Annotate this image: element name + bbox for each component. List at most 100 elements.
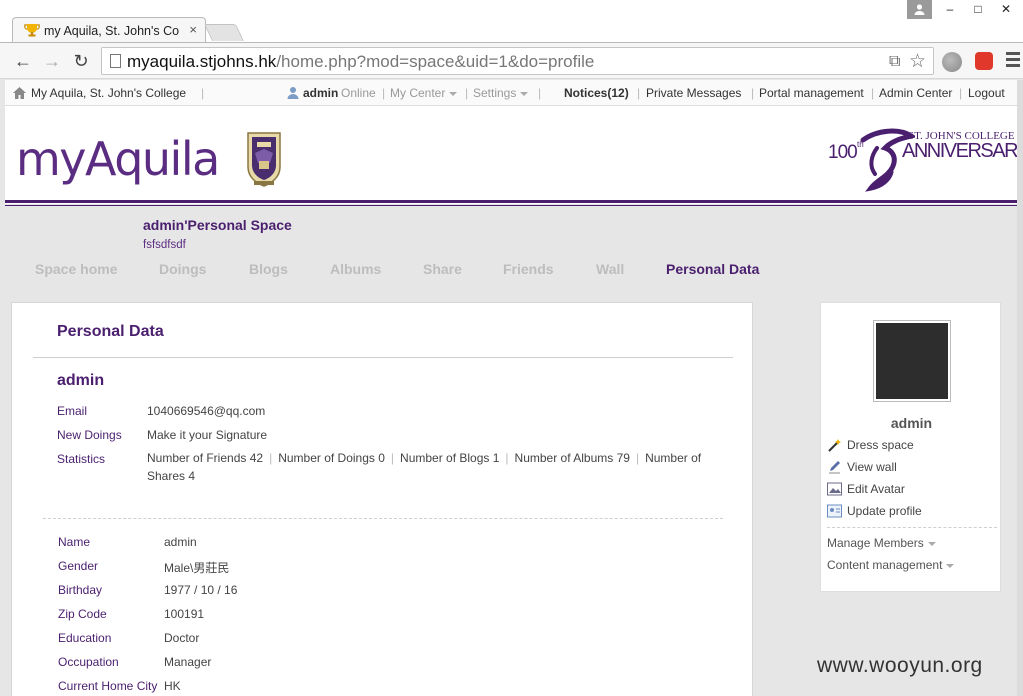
separator: | <box>269 451 273 465</box>
tab-space-home[interactable]: Space home <box>35 261 117 277</box>
detail-value: 100191 <box>164 607 205 621</box>
separator: | <box>635 451 640 465</box>
portal-management-link[interactable]: Portal management <box>759 86 864 100</box>
update-profile-action[interactable]: Update profile <box>827 503 997 521</box>
site-logo[interactable]: myAquila <box>16 132 220 186</box>
sidebar-divider <box>827 527 997 528</box>
logout-link[interactable]: Logout <box>968 86 1005 100</box>
new-tab-button[interactable] <box>204 24 244 41</box>
separator: | <box>751 86 755 100</box>
email-label: Email <box>57 404 88 418</box>
header-divider <box>5 200 1017 203</box>
tab-share[interactable]: Share <box>423 261 462 277</box>
email-value[interactable]: 1040669546@qq.com <box>147 404 265 418</box>
separator: | <box>959 86 963 100</box>
detail-label: Gender <box>58 559 99 573</box>
page-viewport: My Aquila, St. John's College | admin On… <box>0 80 1023 696</box>
content-management-menu[interactable]: Content management <box>827 558 955 572</box>
extension-red-icon[interactable] <box>975 52 993 70</box>
detail-value: HK <box>164 679 181 693</box>
dress-space-action[interactable]: Dress space <box>827 437 997 455</box>
space-title: admin'Personal Space <box>143 217 292 233</box>
page-icon <box>110 54 121 68</box>
chevron-down-icon <box>927 541 936 546</box>
url-text[interactable]: myaquila.stjohns.hk/home.php?mod=space&u… <box>127 52 594 72</box>
online-status: Online <box>341 86 376 100</box>
separator: | <box>201 86 205 100</box>
anniversary-logo: ST. JOHN'S COLLEGE 100 th ANNIVERSARY <box>820 126 1023 192</box>
stat-blogs[interactable]: Number of Blogs 1 <box>400 451 499 465</box>
detail-label: Zip Code <box>58 607 107 621</box>
watermark: www.wooyun.org <box>817 654 983 677</box>
browser-tabstrip: my Aquila, St. John's Co × – □ ✕ <box>0 0 1023 43</box>
vertical-scrollbar[interactable] <box>1017 80 1023 696</box>
profile-card-icon <box>827 504 842 518</box>
avatar[interactable] <box>873 320 951 402</box>
browser-menu-icon[interactable] <box>1006 52 1020 70</box>
panel-title: Personal Data <box>57 323 164 340</box>
home-icon[interactable] <box>12 86 27 100</box>
manage-members-menu[interactable]: Manage Members <box>827 536 936 550</box>
detail-label: Name <box>58 535 91 549</box>
separator: | <box>382 86 386 100</box>
detail-value: Manager <box>164 655 212 669</box>
site-home-link[interactable]: My Aquila, St. John's College <box>31 86 186 100</box>
stat-doings[interactable]: Number of Doings 0 <box>278 451 385 465</box>
new-doings-value: Make it your Signature <box>147 428 268 442</box>
anniversary-ordinal: th <box>857 140 864 149</box>
close-window-button[interactable]: ✕ <box>995 2 1017 18</box>
edit-avatar-action[interactable]: Edit Avatar <box>827 481 997 499</box>
maximize-button[interactable]: □ <box>967 2 989 18</box>
site-topbar: My Aquila, St. John's College | admin On… <box>5 80 1017 106</box>
magic-wand-icon <box>828 439 841 452</box>
browser-tab[interactable]: my Aquila, St. John's Co × <box>12 17 206 43</box>
separator: | <box>390 451 395 465</box>
statistics-label: Statistics <box>57 452 106 466</box>
tab-close-icon[interactable]: × <box>189 22 197 37</box>
minimize-button[interactable]: – <box>939 2 961 18</box>
private-messages-link[interactable]: Private Messages <box>646 86 741 100</box>
tab-wall[interactable]: Wall <box>596 261 624 277</box>
address-bar[interactable]: myaquila.stjohns.hk/home.php?mod=space&u… <box>101 47 934 75</box>
detail-value: 1977 / 10 / 16 <box>164 583 238 597</box>
separator: | <box>637 86 641 100</box>
chevron-down-icon <box>449 91 458 96</box>
translate-icon[interactable]: ⧉ <box>889 53 900 71</box>
detail-value: Doctor <box>164 631 200 645</box>
image-icon <box>827 482 842 496</box>
statistics-list: Number of Friends 42 | Number of Doings 0 |… <box>147 449 727 485</box>
detail-value: Male\男莊民 <box>164 561 230 575</box>
college-crest-icon <box>247 132 281 187</box>
forward-button[interactable]: → <box>41 51 63 71</box>
trophy-favicon-icon <box>24 24 40 37</box>
username-link[interactable]: admin <box>303 86 338 100</box>
tab-blogs[interactable]: Blogs <box>249 261 288 277</box>
back-button[interactable]: ← <box>12 51 34 71</box>
extension-globe-icon[interactable] <box>942 52 962 72</box>
profile-sidebar: admin Dress space View wall Edit Avatar … <box>820 302 1001 592</box>
tab-doings[interactable]: Doings <box>159 261 206 277</box>
tab-personal-data[interactable]: Personal Data <box>666 261 759 277</box>
view-wall-action[interactable]: View wall <box>827 459 997 477</box>
chevron-down-icon <box>946 563 955 568</box>
tab-friends[interactable]: Friends <box>503 261 554 277</box>
user-icon <box>287 87 299 99</box>
sidebar-username[interactable]: admin <box>821 415 1002 431</box>
bookmark-star-icon[interactable]: ☆ <box>909 50 926 73</box>
separator: | <box>538 86 542 100</box>
profile-avatar-icon[interactable] <box>907 0 932 19</box>
anniversary-word: ANNIVERSARY <box>902 140 1023 162</box>
stat-albums[interactable]: Number of Albums 79 <box>515 451 630 465</box>
chevron-down-icon <box>520 91 529 96</box>
settings-menu[interactable]: Settings <box>473 86 529 100</box>
my-center-menu[interactable]: My Center <box>390 86 458 100</box>
tab-albums[interactable]: Albums <box>330 261 381 277</box>
panel-divider <box>33 357 733 358</box>
profile-username: admin <box>57 372 105 389</box>
admin-center-link[interactable]: Admin Center <box>879 86 952 100</box>
detail-label: Education <box>58 631 112 645</box>
site-header: myAquila ST. JOHN'S COLLEGE 100 th ANNIV… <box>5 106 1023 204</box>
stat-friends[interactable]: Number of Friends 42 <box>147 451 263 465</box>
reload-button[interactable]: ↻ <box>70 51 92 71</box>
notices-link[interactable]: Notices(12) <box>564 86 629 100</box>
